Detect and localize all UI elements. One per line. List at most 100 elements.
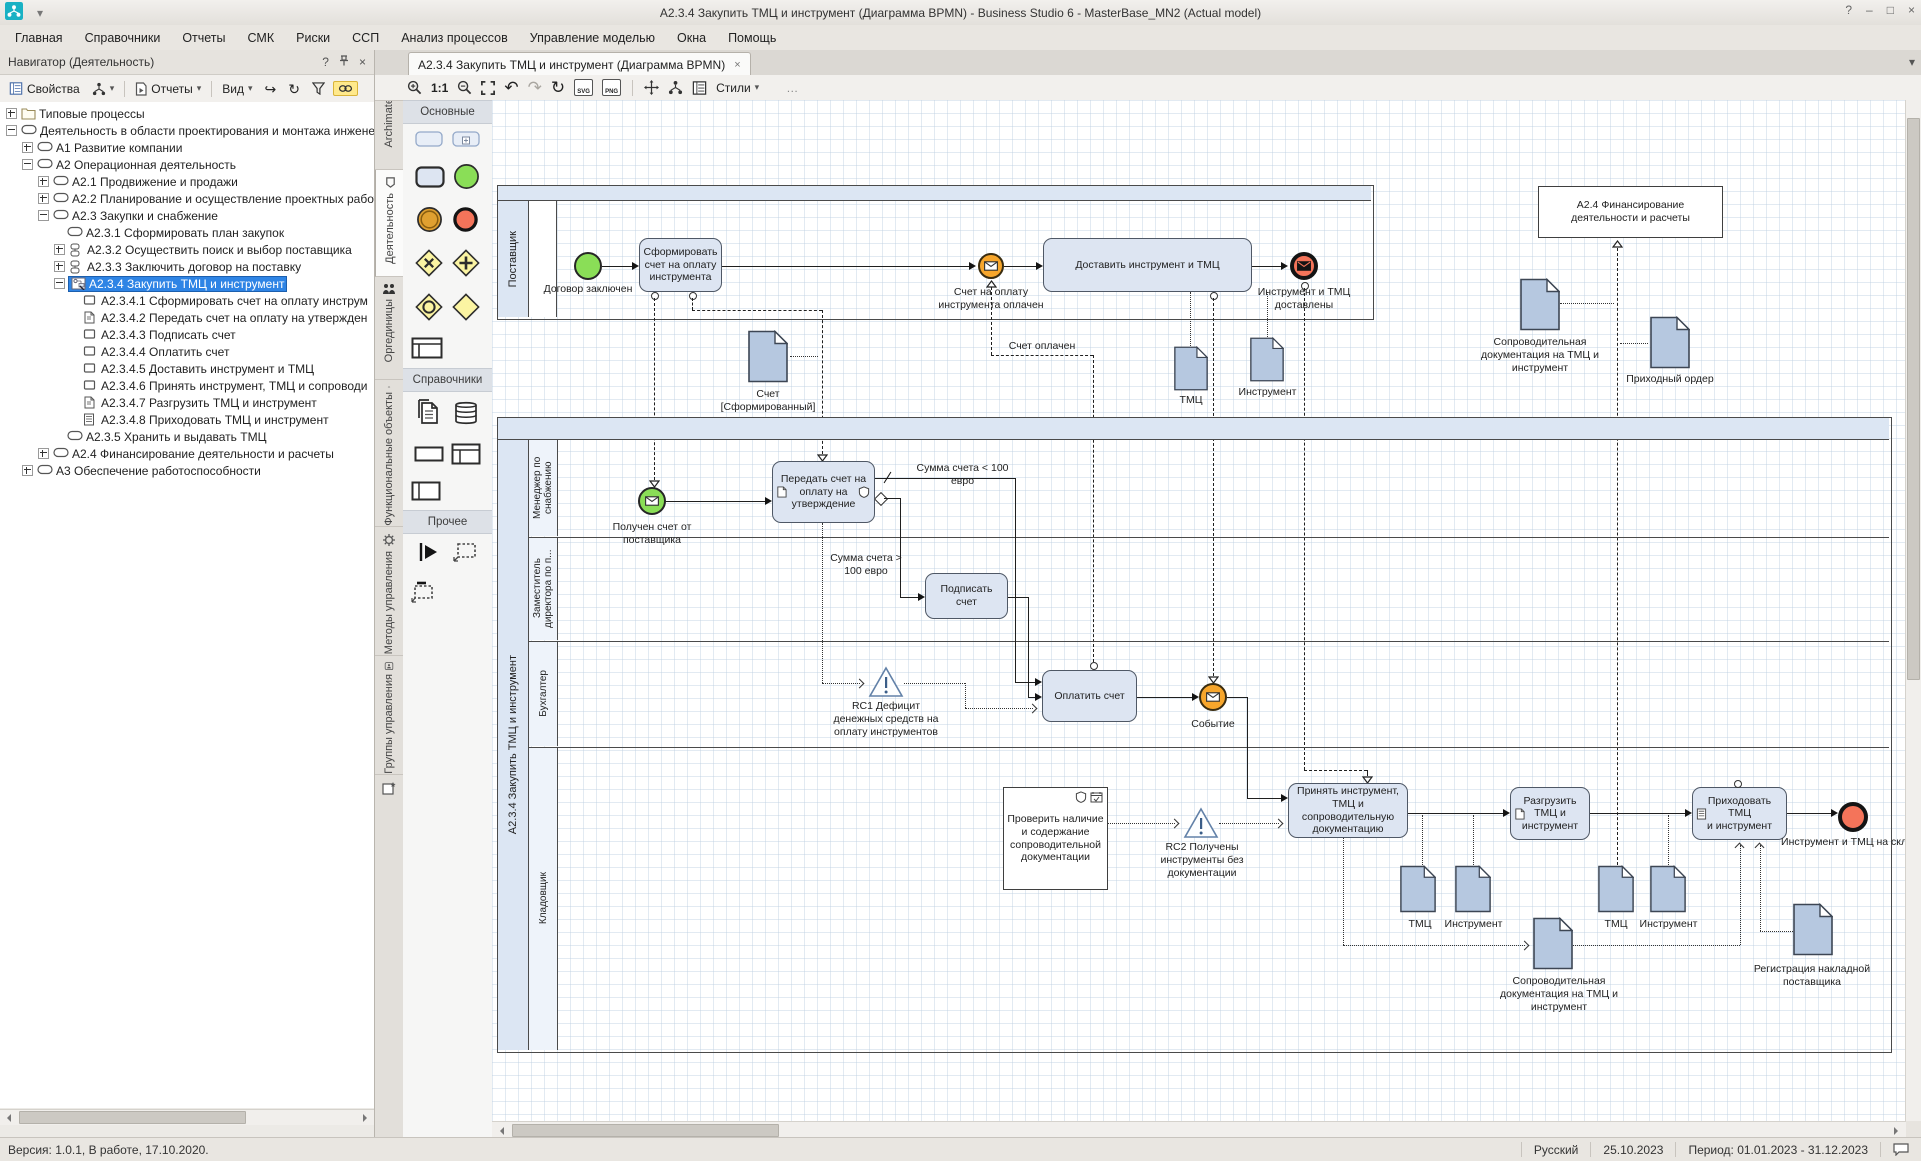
scrollbar-thumb[interactable] [512,1124,779,1137]
palette-task-shape[interactable] [415,166,445,191]
document-tool[interactable] [1250,337,1284,382]
palette-collapsed-subprocess-shape[interactable] [452,131,480,150]
menu-glavnaya[interactable]: Главная [4,28,74,48]
status-period[interactable]: Период: 01.01.2023 - 31.12.2023 [1675,1142,1880,1157]
collapse-icon[interactable] [54,278,65,289]
diagram-canvas[interactable]: Поставщик Договор заключен Сформировать … [492,100,1906,1121]
menu-okna[interactable]: Окна [666,28,717,48]
document-tmc[interactable] [1400,865,1436,913]
document-docs[interactable] [1533,917,1573,970]
palette-exclusive-gateway-shape[interactable] [415,249,443,280]
lane-deputy-strip[interactable]: Заместитель директора по п... [529,537,558,640]
expander-icon[interactable] [54,261,65,272]
task-transfer-invoice[interactable]: Передать счет на оплату на утверждение [772,461,875,523]
document-invoice[interactable] [748,330,788,383]
palette-inclusive-gateway-shape[interactable] [415,293,443,324]
document-order[interactable] [1650,316,1690,369]
document-tool[interactable] [1455,865,1491,913]
task-form-invoice[interactable]: Сформировать счет на оплату инструмента [639,238,722,292]
redo-button[interactable]: ↷ [528,81,542,95]
document-registration[interactable] [1793,903,1833,956]
palette-group-shape[interactable] [411,579,437,606]
styles-button[interactable]: Стили▾ [716,81,759,95]
task-check-docs[interactable]: Проверить наличие и содержание сопроводи… [1003,787,1108,890]
tree-item[interactable]: А3 Обеспечение работоспособности [0,462,374,479]
palette-database-shape[interactable] [453,399,479,430]
end-event-stocked[interactable] [1838,802,1868,832]
task-stock[interactable]: Приходовать ТМЦ и инструмент [1692,787,1787,840]
canvas-vertical-scrollbar[interactable] [1905,100,1921,1121]
scroll-left-icon[interactable] [496,1127,504,1135]
properties-button[interactable]: Свойства [5,80,84,98]
risk-rc2-icon[interactable] [1183,807,1219,839]
document-tmc[interactable] [1174,346,1208,391]
task-accept[interactable]: Принять инструмент, ТМЦ и сопроводительн… [1288,783,1408,838]
risk-rc1-icon[interactable] [868,666,904,698]
tree-item[interactable]: А2 Операционная деятельность [0,156,374,173]
tree-item[interactable]: А2.1 Продвижение и продажи [0,173,374,190]
tree-item[interactable]: А2.3.4.6 Принять инструмент, ТМЦ и сопро… [0,377,374,394]
expander-icon[interactable] [54,244,65,255]
collapse-icon[interactable] [38,210,49,221]
tree-layout-button[interactable] [668,80,683,95]
export-svg-button[interactable]: SVG [574,79,593,96]
tree-item[interactable]: А1 Развитие компании [0,139,374,156]
collapse-icon[interactable] [22,159,33,170]
menu-pomosch[interactable]: Помощь [717,28,787,48]
lane-storekeeper-strip[interactable]: Кладовщик [529,747,558,1050]
tab-metody[interactable]: Методы управления [375,527,403,656]
properties-list-button[interactable] [692,81,707,95]
tree-item[interactable]: А2.3.1 Сформировать план закупок [0,224,374,241]
task-unload[interactable]: Разгрузить ТМЦ и инструмент [1510,787,1590,840]
menu-ssp[interactable]: ССП [341,28,390,48]
export-png-button[interactable]: PNG [602,79,621,96]
palette-gateway-shape[interactable] [452,293,480,324]
tab-diagram-a234[interactable]: A2.3.4 Закупить ТМЦ и инструмент (Диагра… [408,52,751,76]
collapse-icon[interactable] [6,125,17,136]
tab-gruppy[interactable]: Группы управления [375,656,403,775]
palette-subprocess-shape[interactable] [415,131,443,150]
external-process-a24[interactable]: A2.4 Финансирование деятельности и расче… [1538,186,1723,238]
tree-item[interactable]: А2.3.2 Осуществить поиск и выбор поставщ… [0,241,374,258]
task-pay-invoice[interactable]: Оплатить счет [1042,670,1137,722]
window-close-button[interactable]: × [1908,3,1915,17]
expander-icon[interactable] [22,465,33,476]
menu-riski[interactable]: Риски [285,28,341,48]
palette-start-event-shape[interactable] [453,163,480,193]
tree-item[interactable]: А2.4 Финансирование деятельности и расче… [0,445,374,462]
event-invoice-received[interactable] [638,487,666,515]
end-event-delivered[interactable] [1290,252,1318,280]
refresh-button[interactable]: ↻ [551,81,565,95]
task-sign-invoice[interactable]: Подписать счет [925,573,1008,619]
scroll-right-icon[interactable] [363,1114,371,1122]
expander-icon[interactable] [22,142,33,153]
tab-orgedinitsy[interactable]: Оргединицы [375,277,403,380]
pool-supplier-label-strip[interactable]: Поставщик [498,201,529,317]
expander-icon[interactable] [38,448,49,459]
tree-item[interactable]: А2.3.3 Заключить договор на поставку [0,258,374,275]
lane-accountant-strip[interactable]: Бухгалтер [529,641,558,746]
palette-intermediate-event-shape[interactable] [416,206,443,236]
scroll-left-icon[interactable] [3,1114,11,1122]
expander-icon[interactable] [38,176,49,187]
tree-item[interactable]: А2.3.4.8 Приходовать ТМЦ и инструмент [0,411,374,428]
menu-otchety[interactable]: Отчеты [171,28,236,48]
scrollbar-thumb[interactable] [19,1111,246,1124]
pin-icon[interactable] [339,55,349,69]
scrollbar-thumb[interactable] [1907,118,1920,680]
view-button[interactable]: Вид▾ [218,80,256,98]
document-docs[interactable] [1520,278,1560,331]
palette-table-shape[interactable] [451,443,481,468]
navigator-close-button[interactable]: × [359,55,366,69]
palette-offpage-connector-shape[interactable] [417,541,441,566]
link-icon[interactable] [333,81,358,96]
tree-item-selected[interactable]: А2.3.4 Закупить ТМЦ и инструмент [0,275,374,292]
palette-annotation-shape[interactable] [452,541,478,566]
tree-item[interactable]: А2.3.4.4 Оплатить счет [0,343,374,360]
minimize-button[interactable]: – [1866,3,1873,17]
tree-item[interactable]: А2.3.4.1 Сформировать счет на оплату инс… [0,292,374,309]
filter-icon[interactable] [308,80,329,97]
tree-item[interactable]: Деятельность в области проектирования и … [0,122,374,139]
pool-main[interactable] [497,417,1892,1053]
help-button[interactable]: ? [1845,3,1852,17]
